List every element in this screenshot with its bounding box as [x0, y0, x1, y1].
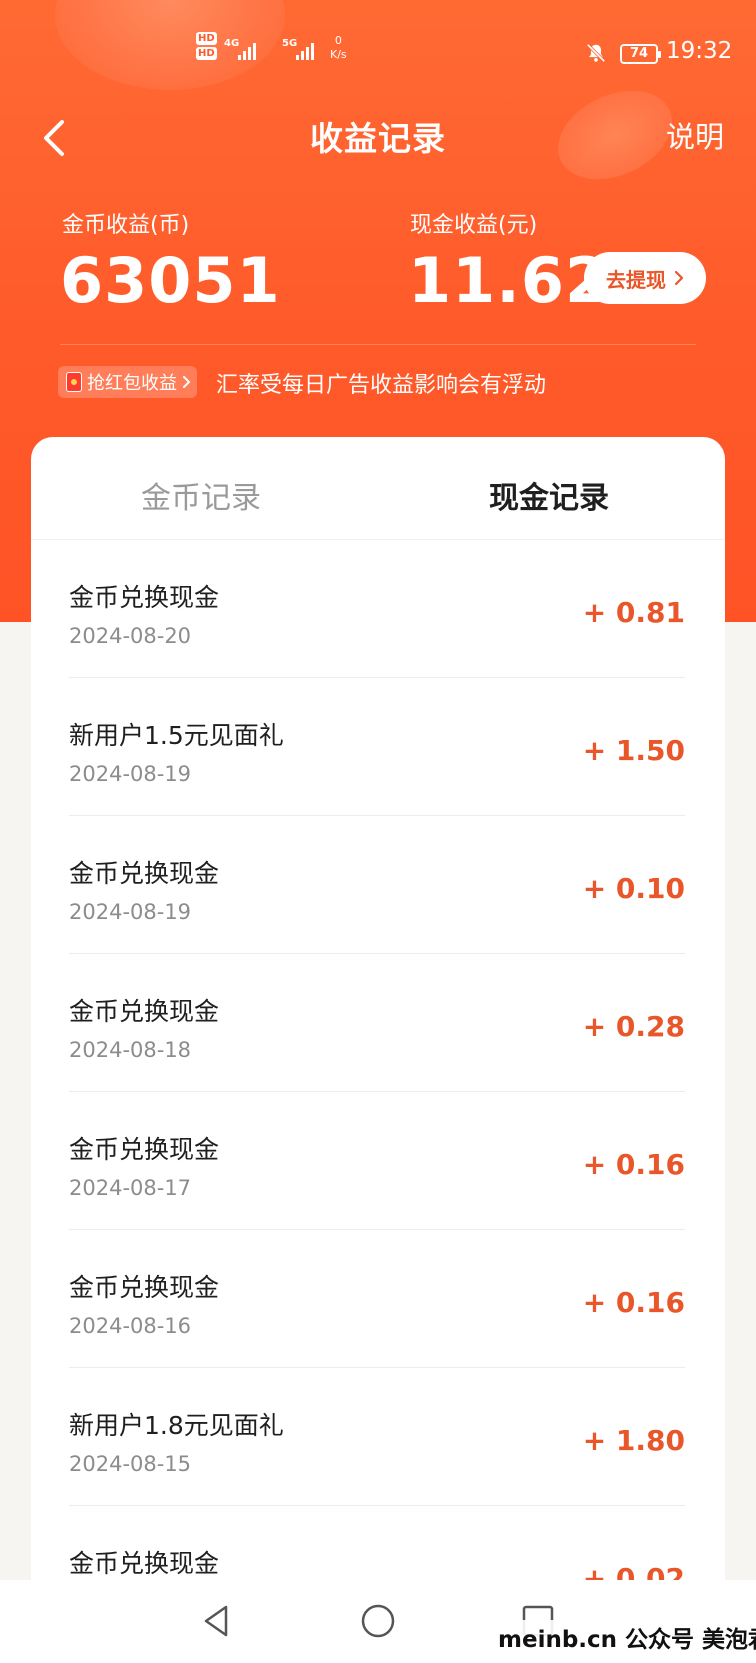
back-triangle-icon[interactable] [196, 1601, 236, 1641]
bell-off-icon [586, 43, 606, 63]
record-title: 新用户1.5元见面礼 [69, 721, 284, 750]
network-type-5g: 5G [282, 38, 298, 49]
signal-icon [296, 42, 314, 60]
record-date: 2024-08-16 [69, 1314, 192, 1338]
cash-earnings-value: 11.62 [408, 244, 610, 317]
record-amount: + 0.16 [582, 1286, 685, 1319]
chip-label: 抢红包收益 [87, 373, 177, 394]
record-row: 新用户1.8元见面礼 2024-08-15 + 1.80 [69, 1368, 685, 1506]
watermark: meinb.cn 公众号 美泡君 [498, 1620, 756, 1654]
home-circle-icon[interactable] [358, 1601, 398, 1641]
record-amount: + 0.28 [582, 1010, 685, 1043]
record-row: 新用户1.5元见面礼 2024-08-19 + 1.50 [69, 678, 685, 816]
red-envelope-icon [66, 372, 82, 392]
record-title: 金币兑换现金 [69, 583, 220, 612]
record-title: 金币兑换现金 [69, 1135, 220, 1164]
withdraw-button[interactable]: 去提现 [584, 252, 706, 304]
clock: 19:32 [666, 38, 733, 64]
exchange-rate-notice: 汇率受每日广告收益影响会有浮动 [216, 373, 547, 398]
record-date: 2024-08-15 [69, 1452, 192, 1476]
record-row: 金币兑换现金 2024-08-19 + 0.10 [69, 816, 685, 954]
withdraw-label: 去提现 [606, 267, 666, 292]
record-date: 2024-08-18 [69, 1038, 192, 1062]
network-speed: 0 K/s [330, 34, 347, 61]
record-title: 金币兑换现金 [69, 1549, 220, 1578]
page-title: 收益记录 [310, 119, 446, 158]
record-amount: + 1.80 [582, 1424, 685, 1457]
tab-cash-records[interactable]: 现金记录 [489, 473, 609, 517]
divider [60, 344, 696, 345]
record-title: 新用户1.8元见面礼 [69, 1411, 284, 1440]
signal-icon [238, 42, 256, 60]
record-amount: + 1.50 [582, 734, 685, 767]
chevron-right-icon [183, 376, 191, 388]
record-date: 2024-08-17 [69, 1176, 192, 1200]
tab-coin-records[interactable]: 金币记录 [141, 473, 261, 517]
network-type-4g: 4G [224, 38, 240, 49]
battery-indicator: 74 [620, 44, 661, 64]
record-date: 2024-08-20 [69, 624, 192, 648]
record-date: 2024-08-19 [69, 762, 192, 786]
status-bar: HD HD 4G 5G 0 K/s 74 19:32 [0, 28, 756, 78]
chevron-right-icon [674, 270, 684, 286]
record-date: 2024-08-19 [69, 900, 192, 924]
record-title: 金币兑换现金 [69, 1273, 220, 1302]
record-title: 金币兑换现金 [69, 859, 220, 888]
record-row: 金币兑换现金 2024-08-20 + 0.81 [69, 540, 685, 678]
hd-indicator: HD HD [196, 32, 217, 60]
records-card: 金币记录 现金记录 金币兑换现金 2024-08-20 + 0.81 新用户1.… [31, 437, 725, 1663]
record-amount: + 0.16 [582, 1148, 685, 1181]
record-row: 金币兑换现金 2024-08-17 + 0.16 [69, 1092, 685, 1230]
cash-earnings-label: 现金收益(元) [410, 213, 538, 238]
coin-earnings-value: 63051 [60, 244, 281, 317]
record-amount: + 0.10 [582, 872, 685, 905]
record-amount: + 0.81 [582, 596, 685, 629]
record-row: 金币兑换现金 2024-08-16 + 0.16 [69, 1230, 685, 1368]
record-row: 金币兑换现金 2024-08-18 + 0.28 [69, 954, 685, 1092]
coin-earnings-label: 金币收益(币) [62, 213, 190, 238]
red-packet-earnings-chip[interactable]: 抢红包收益 [58, 366, 197, 398]
record-title: 金币兑换现金 [69, 997, 220, 1026]
help-button[interactable]: 说明 [666, 114, 724, 156]
